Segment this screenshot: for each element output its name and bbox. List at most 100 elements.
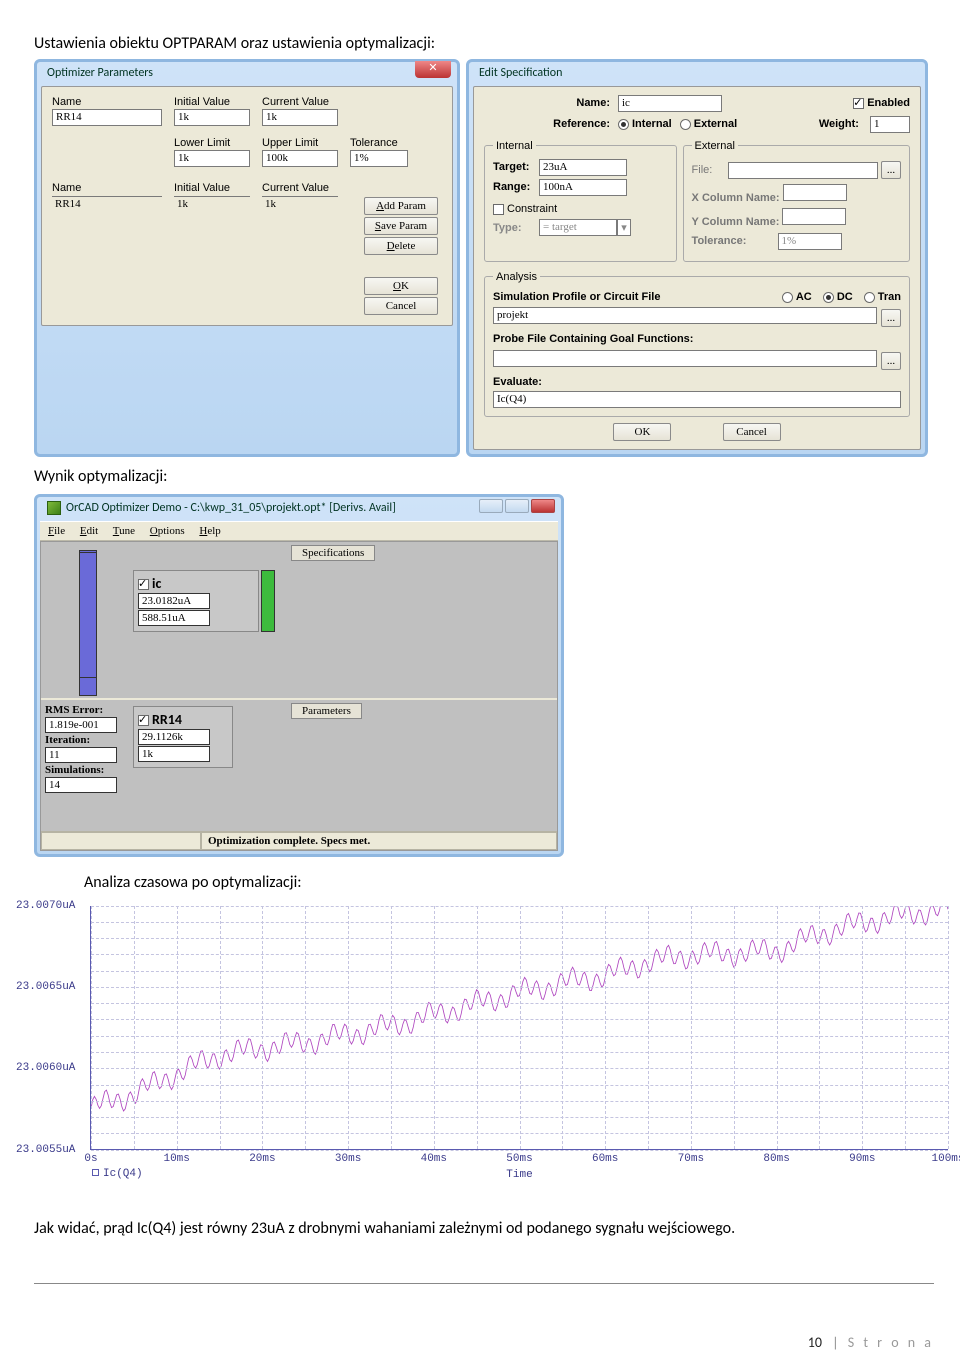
- input-name-1[interactable]: RR14: [52, 109, 162, 126]
- radio-internal[interactable]: [618, 119, 629, 130]
- input-current-1[interactable]: 1k: [262, 109, 338, 126]
- label-tran: Tran: [878, 291, 901, 303]
- gridline-v-minor: [819, 906, 820, 1149]
- minimize-icon[interactable]: [479, 499, 503, 513]
- params-section-button[interactable]: Parameters: [291, 703, 362, 719]
- label-probe: Probe File Containing Goal Functions:: [493, 333, 693, 345]
- input-ycol[interactable]: [782, 208, 846, 225]
- menu-edit[interactable]: Edit: [80, 525, 98, 537]
- input-target[interactable]: 23uA: [539, 159, 627, 176]
- window-optimizer-parameters: Optimizer Parameters Name RR14 Initial V…: [34, 59, 460, 457]
- legend-analysis: Analysis: [493, 270, 540, 284]
- window-title: Optimizer Parameters: [37, 62, 457, 86]
- x-tick-label: 50ms: [506, 1153, 532, 1165]
- x-axis-label: Time: [506, 1169, 532, 1181]
- input-lower[interactable]: 1k: [174, 150, 250, 167]
- checkbox-param-rr14[interactable]: [138, 715, 149, 726]
- ok-button[interactable]: OK: [364, 277, 438, 295]
- input-initial-1[interactable]: 1k: [174, 109, 250, 126]
- input-upper[interactable]: 100k: [262, 150, 338, 167]
- gridline-v: [605, 906, 606, 1149]
- radio-external[interactable]: [680, 119, 691, 130]
- x-tick-label: 0s: [84, 1153, 97, 1165]
- checkbox-enabled[interactable]: [853, 98, 864, 109]
- x-tick-label: 80ms: [763, 1153, 789, 1165]
- value-spec-1: 23.0182uA: [138, 593, 210, 609]
- radio-tran[interactable]: [864, 292, 875, 303]
- demo-title: OrCAD Optimizer Demo - C:\kwp_31_05\proj…: [66, 501, 396, 515]
- browse-probe-button[interactable]: ...: [881, 352, 901, 370]
- label-spec-name: Name:: [564, 96, 610, 110]
- input-spec-name[interactable]: ic: [618, 95, 722, 112]
- input-file[interactable]: [728, 162, 878, 179]
- label-param-rr14: RR14: [152, 711, 182, 728]
- x-tick-label: 70ms: [678, 1153, 704, 1165]
- label-rms: RMS Error:: [45, 704, 103, 716]
- legend-marker-icon: [92, 1169, 99, 1176]
- label-upper: Upper Limit: [262, 136, 318, 150]
- spec-cancel-button[interactable]: Cancel: [723, 423, 781, 441]
- x-tick-label: 10ms: [163, 1153, 189, 1165]
- radio-dc[interactable]: [823, 292, 834, 303]
- close-icon[interactable]: [531, 499, 555, 513]
- gridline-v: [691, 906, 692, 1149]
- label-initial2: Initial Value: [174, 181, 230, 195]
- y-tick-label: 23.0070uA: [16, 900, 75, 912]
- input-range[interactable]: 100nA: [539, 179, 627, 196]
- browse-file-button[interactable]: ...: [881, 161, 901, 179]
- save-param-button[interactable]: Save Param: [364, 217, 438, 235]
- input-weight[interactable]: 1: [870, 116, 910, 133]
- input-sim-file[interactable]: projekt: [493, 307, 877, 324]
- add-param-button[interactable]: Add Param: [364, 197, 438, 215]
- menu-help[interactable]: Help: [199, 525, 220, 537]
- value-iteration: 11: [45, 747, 117, 763]
- window-orcad-optimizer-demo: OrCAD Optimizer Demo - C:\kwp_31_05\proj…: [34, 494, 564, 857]
- menu-tune[interactable]: Tune: [113, 525, 135, 537]
- spec-ok-button[interactable]: OK: [613, 423, 671, 441]
- input-xcol[interactable]: [783, 184, 847, 201]
- gridline-v-minor: [220, 906, 221, 1149]
- label-range: Range:: [493, 180, 539, 194]
- menu-options[interactable]: Options: [150, 525, 185, 537]
- label-name2: Name: [52, 181, 81, 195]
- menu-file[interactable]: File: [48, 525, 65, 537]
- input-probe[interactable]: [493, 350, 877, 367]
- label-dc: DC: [837, 291, 853, 303]
- gridline-v-minor: [648, 906, 649, 1149]
- label-external-radio: External: [694, 117, 737, 131]
- checkbox-constraint[interactable]: [493, 204, 504, 215]
- demo-green-bar: [261, 570, 275, 632]
- input-tol[interactable]: 1%: [350, 150, 408, 167]
- page-footer: 10 | S t r o n a: [34, 1334, 934, 1351]
- label-evaluate: Evaluate:: [493, 376, 542, 388]
- label-constraint: Constraint: [507, 203, 557, 215]
- x-tick-label: 30ms: [335, 1153, 361, 1165]
- maximize-icon[interactable]: [505, 499, 529, 513]
- param-panel: RR14 29.1126k 1k: [133, 706, 233, 768]
- label-current: Current Value: [262, 95, 329, 109]
- x-tick-label: 60ms: [592, 1153, 618, 1165]
- value-spec-2: 588.51uA: [138, 610, 210, 626]
- cell-current-2: 1k: [262, 196, 338, 213]
- input-evaluate[interactable]: Ic(Q4): [493, 391, 901, 408]
- value-param-2: 1k: [138, 746, 210, 762]
- chart-legend: Ic(Q4): [92, 1168, 143, 1180]
- delete-button[interactable]: Delete: [364, 237, 438, 255]
- input-ext-tol[interactable]: 1%: [778, 233, 842, 250]
- gridline-v-minor: [905, 906, 906, 1149]
- radio-ac[interactable]: [782, 292, 793, 303]
- dropdown-arrow-icon[interactable]: ▾: [617, 219, 631, 236]
- checkbox-spec-ic[interactable]: [138, 579, 149, 590]
- cancel-button[interactable]: Cancel: [364, 297, 438, 315]
- x-tick-label: 20ms: [249, 1153, 275, 1165]
- specs-section-button[interactable]: Specifications: [291, 545, 375, 561]
- label-reference: Reference:: [538, 117, 610, 131]
- y-tick-label: 23.0055uA: [16, 1144, 75, 1156]
- browse-sim-button[interactable]: ...: [881, 309, 901, 327]
- select-type[interactable]: = target: [539, 219, 617, 236]
- label-tolerance: Tolerance: [350, 136, 398, 150]
- x-tick-label: 90ms: [849, 1153, 875, 1165]
- gridline-v-minor: [134, 906, 135, 1149]
- body-paragraph: Jak widać, prąd Ic(Q4) jest równy 23uA z…: [34, 1218, 934, 1240]
- chart-plot-area: 0s10ms20ms30ms40ms50ms60ms70ms80ms90ms10…: [90, 906, 948, 1150]
